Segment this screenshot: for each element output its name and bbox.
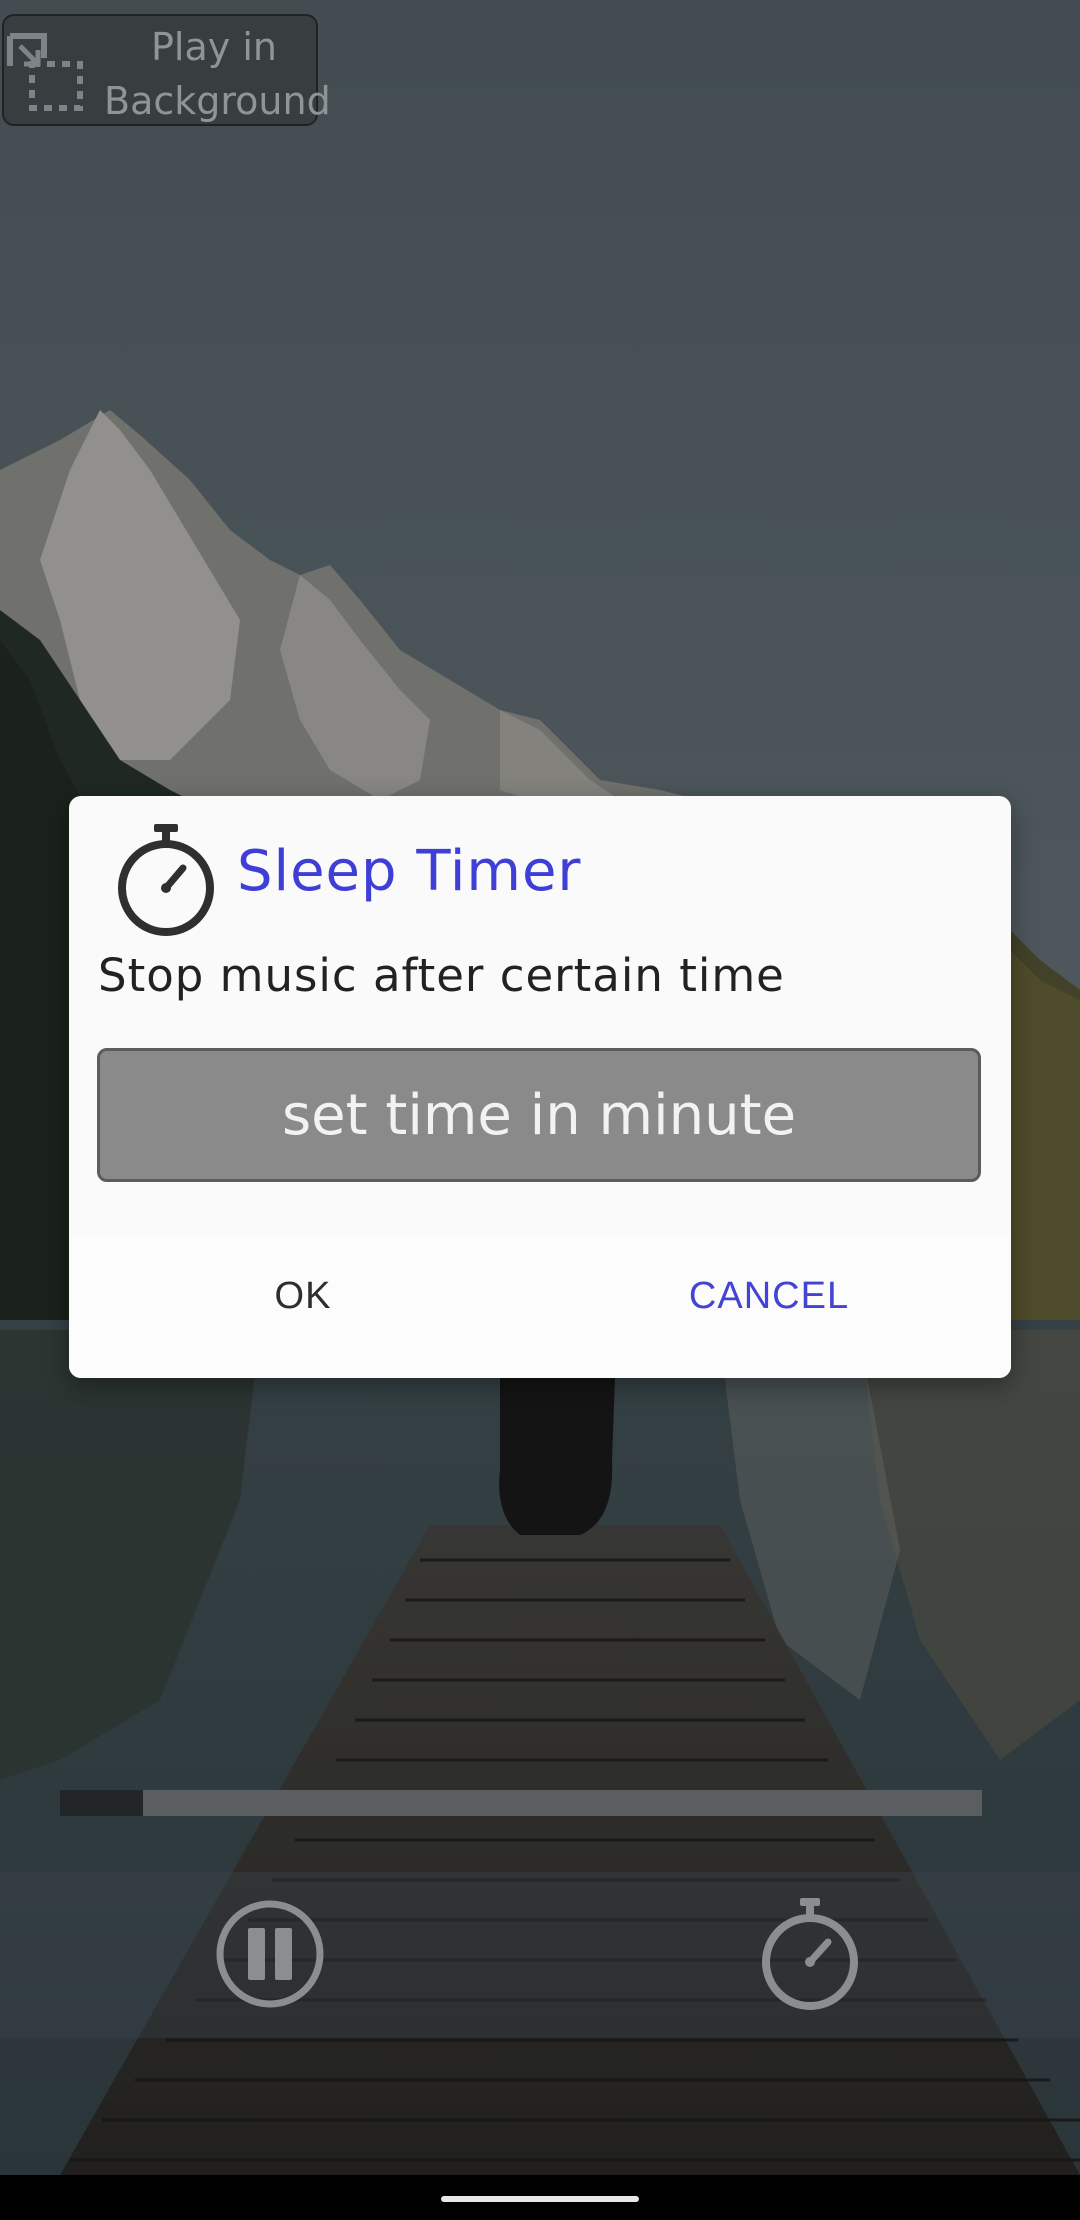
app-screen: Play in Background Sleep Timer Stop musi… <box>0 0 1080 2220</box>
dialog-title: Sleep Timer <box>237 839 582 904</box>
dialog-button-bar: OK CANCEL <box>69 1236 1011 1378</box>
picture-in-picture-icon <box>7 33 83 111</box>
play-in-background-label: Play in Background <box>104 25 331 123</box>
dialog-message: Stop music after certain time <box>98 949 785 1002</box>
minutes-input[interactable] <box>97 1048 981 1182</box>
home-indicator[interactable] <box>441 2196 639 2202</box>
seek-bar-remaining <box>143 1790 982 1816</box>
sleep-timer-button[interactable] <box>750 1894 870 2014</box>
play-in-background-button[interactable]: Play in Background <box>2 14 331 126</box>
stopwatch-icon <box>118 824 214 936</box>
stopwatch-icon <box>762 1898 858 2010</box>
sleep-timer-dialog: Sleep Timer Stop music after certain tim… <box>69 796 1011 1378</box>
pause-button[interactable] <box>210 1894 330 2014</box>
ok-button[interactable]: OK <box>153 1236 453 1356</box>
player-controls <box>0 1872 1080 2038</box>
cancel-button[interactable]: CANCEL <box>619 1236 919 1356</box>
pause-circle-icon <box>216 1900 324 2008</box>
